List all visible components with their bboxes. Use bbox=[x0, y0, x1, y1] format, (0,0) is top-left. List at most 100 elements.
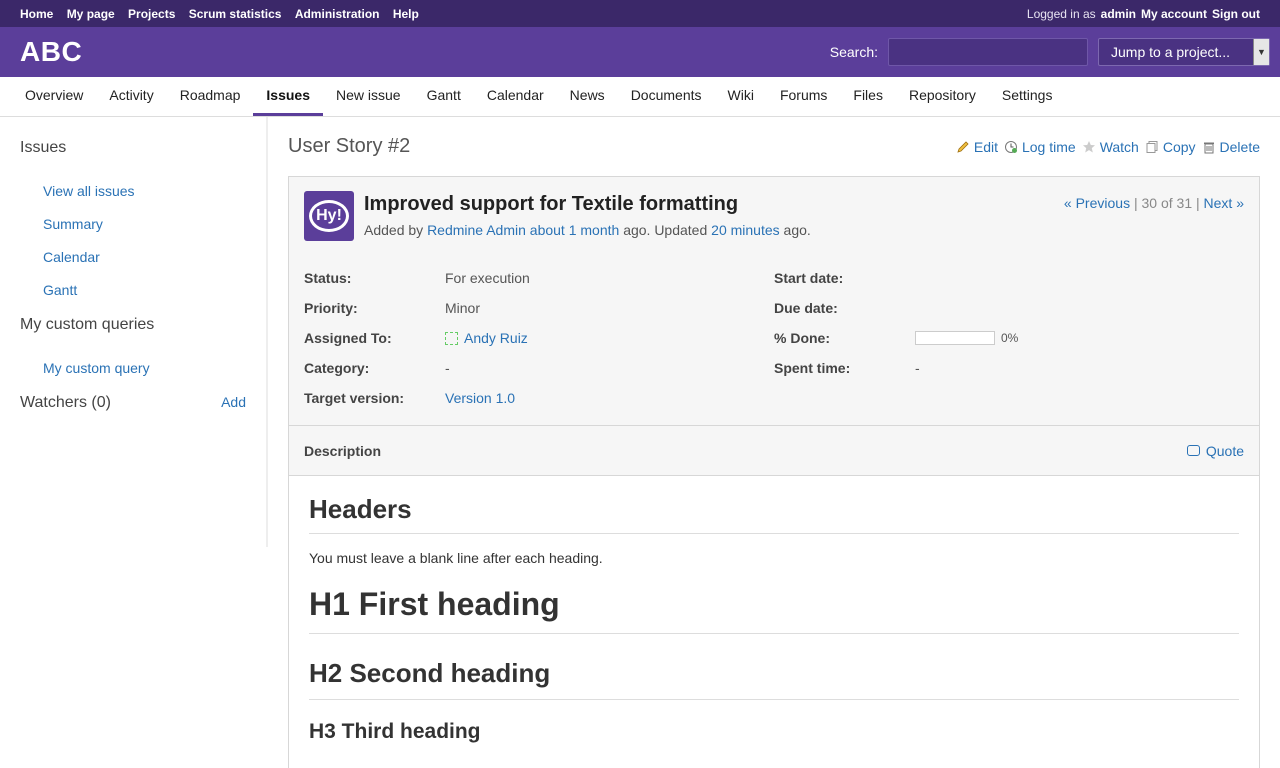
tab-roadmap[interactable]: Roadmap bbox=[167, 77, 254, 116]
search-label: Search: bbox=[829, 44, 878, 60]
description-title: Description bbox=[304, 442, 382, 459]
tab-overview[interactable]: Overview bbox=[12, 77, 96, 116]
chevron-down-icon: ▼ bbox=[1253, 39, 1269, 65]
tab-forums[interactable]: Forums bbox=[767, 77, 840, 116]
created-link[interactable]: about 1 month bbox=[530, 222, 620, 238]
top-link-help[interactable]: Help bbox=[393, 7, 419, 21]
add-watcher-link[interactable]: Add bbox=[221, 394, 246, 410]
copy-label: Copy bbox=[1162, 138, 1196, 155]
attr-value: Minor bbox=[445, 300, 481, 316]
tab-calendar[interactable]: Calendar bbox=[474, 77, 557, 116]
separator: | bbox=[1196, 195, 1200, 211]
issue-actions: Edit Log time Watch Copy Delete bbox=[950, 139, 1260, 155]
top-link-projects[interactable]: Projects bbox=[128, 7, 175, 21]
sidebar-link-gantt[interactable]: Gantt bbox=[43, 282, 246, 298]
top-menu-right: Logged in as admin My account Sign out bbox=[1027, 7, 1260, 21]
tab-repository[interactable]: Repository bbox=[896, 77, 989, 116]
attr-value: 0% bbox=[915, 331, 1018, 345]
project-jump-placeholder: Jump to a project... bbox=[1111, 44, 1231, 60]
issue-attributes: Status: For execution Priority: Minor As… bbox=[289, 241, 1259, 425]
tab-gantt[interactable]: Gantt bbox=[414, 77, 474, 116]
ago-updated-label: ago. Updated bbox=[623, 222, 708, 238]
attr-label: Start date: bbox=[774, 270, 844, 286]
search-input[interactable] bbox=[888, 38, 1088, 66]
tab-new-issue[interactable]: New issue bbox=[323, 77, 414, 116]
logged-in-user[interactable]: admin bbox=[1101, 7, 1136, 21]
description-heading-h1: H1 First heading bbox=[309, 586, 1239, 634]
attr-label: Assigned To: bbox=[304, 330, 392, 346]
sidebar-link-summary[interactable]: Summary bbox=[43, 216, 246, 232]
description-heading-headers: Headers bbox=[309, 494, 1239, 534]
top-link-administration[interactable]: Administration bbox=[295, 7, 380, 21]
quote-button[interactable]: Quote bbox=[1186, 442, 1244, 459]
watch-button[interactable]: Watch bbox=[1082, 139, 1139, 155]
top-link-my-page[interactable]: My page bbox=[67, 7, 115, 21]
sign-out-link[interactable]: Sign out bbox=[1212, 7, 1260, 21]
attr-label: Priority: bbox=[304, 300, 358, 316]
attr-spent-time: Spent time: - bbox=[774, 353, 1244, 383]
tab-wiki[interactable]: Wiki bbox=[715, 77, 767, 116]
log-time-label: Log time bbox=[1021, 138, 1076, 155]
content-header: User Story #2 Edit Log time Watch Copy D… bbox=[288, 135, 1260, 158]
attributes-left: Status: For execution Priority: Minor As… bbox=[304, 263, 774, 413]
attr-value: For execution bbox=[445, 270, 530, 286]
quote-label: Quote bbox=[1205, 442, 1244, 459]
watch-label: Watch bbox=[1099, 138, 1139, 155]
delete-button[interactable]: Delete bbox=[1202, 139, 1260, 155]
sidebar-link-my-custom-query[interactable]: My custom query bbox=[43, 360, 246, 376]
main-menu: Overview Activity Roadmap Issues New iss… bbox=[0, 77, 1280, 117]
project-title: ABC bbox=[20, 36, 83, 67]
copy-button[interactable]: Copy bbox=[1145, 139, 1196, 155]
tab-activity[interactable]: Activity bbox=[96, 77, 166, 116]
tab-issues[interactable]: Issues bbox=[253, 77, 323, 116]
top-link-home[interactable]: Home bbox=[20, 7, 53, 21]
tab-files[interactable]: Files bbox=[840, 77, 896, 116]
target-version-link[interactable]: Version 1.0 bbox=[445, 390, 515, 406]
attributes-right: Start date: Due date: % Done: 0% Spent t… bbox=[774, 263, 1244, 413]
sidebar-issues-group: Issues View all issues Summary Calendar … bbox=[20, 139, 246, 298]
tab-news[interactable]: News bbox=[557, 77, 618, 116]
attr-label: % Done: bbox=[774, 330, 830, 346]
attr-assigned-to: Assigned To: Andy Ruiz bbox=[304, 323, 774, 353]
attr-priority: Priority: Minor bbox=[304, 293, 774, 323]
attr-label: Spent time: bbox=[774, 360, 851, 376]
project-jump-select[interactable]: Jump to a project... ▼ bbox=[1098, 38, 1270, 66]
sidebar: Issues View all issues Summary Calendar … bbox=[0, 117, 268, 547]
content: User Story #2 Edit Log time Watch Copy D… bbox=[268, 117, 1280, 768]
attr-start-date: Start date: bbox=[774, 263, 1244, 293]
tab-documents[interactable]: Documents bbox=[618, 77, 715, 116]
pencil-icon bbox=[957, 140, 969, 153]
ago-label: ago. bbox=[783, 222, 811, 238]
issue-author-line: Added by Redmine Admin about 1 month ago… bbox=[364, 222, 811, 238]
top-menu-left: Home My page Projects Scrum statistics A… bbox=[20, 7, 429, 21]
issue-position: 30 of 31 bbox=[1141, 195, 1193, 211]
progress-percent: 0% bbox=[1001, 331, 1019, 345]
sidebar-link-view-all-issues[interactable]: View all issues bbox=[43, 183, 246, 199]
clock-icon bbox=[1004, 140, 1017, 153]
previous-link[interactable]: « Previous bbox=[1064, 195, 1130, 211]
attr-value: - bbox=[915, 360, 920, 376]
edit-button[interactable]: Edit bbox=[956, 139, 998, 155]
attr-status: Status: For execution bbox=[304, 263, 774, 293]
main-area: Issues View all issues Summary Calendar … bbox=[0, 117, 1280, 768]
log-time-button[interactable]: Log time bbox=[1004, 139, 1076, 155]
attr-value: - bbox=[445, 360, 450, 376]
edit-label: Edit bbox=[973, 138, 998, 155]
copy-icon bbox=[1146, 140, 1158, 153]
author-link[interactable]: Redmine Admin bbox=[427, 222, 526, 238]
tab-settings[interactable]: Settings bbox=[989, 77, 1066, 116]
attr-label: Due date: bbox=[774, 300, 838, 316]
assignee-link[interactable]: Andy Ruiz bbox=[464, 330, 528, 346]
description-heading-h2: H2 Second heading bbox=[309, 658, 1239, 700]
issue-pagination: « Previous | 30 of 31 | Next » bbox=[1064, 195, 1244, 211]
description-paragraph: You must leave a blank line after each h… bbox=[309, 550, 603, 566]
avatar-bubble: Hy! bbox=[309, 200, 349, 232]
my-account-link[interactable]: My account bbox=[1141, 7, 1207, 21]
sidebar-link-calendar[interactable]: Calendar bbox=[43, 249, 246, 265]
updated-link[interactable]: 20 minutes bbox=[711, 222, 779, 238]
attr-done-ratio: % Done: 0% bbox=[774, 323, 1244, 353]
attr-value: Version 1.0 bbox=[445, 390, 515, 406]
attr-due-date: Due date: bbox=[774, 293, 1244, 323]
next-link[interactable]: Next » bbox=[1204, 195, 1244, 211]
top-link-scrum-statistics[interactable]: Scrum statistics bbox=[189, 7, 282, 21]
